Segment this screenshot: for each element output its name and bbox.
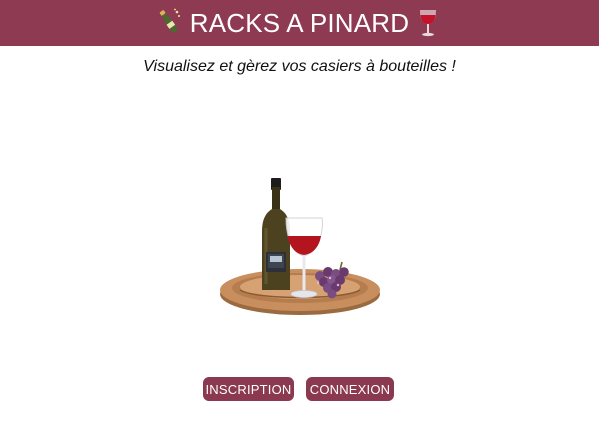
- wine-bottle-glass-grapes-tray-illustration: [216, 172, 384, 322]
- champagne-bottle-icon: [156, 8, 182, 38]
- wine-glass-icon: [417, 8, 443, 38]
- app-title: RACKS A PINARD: [189, 8, 410, 38]
- app-header: RACKS A PINARD: [0, 0, 599, 46]
- connexion-button[interactable]: CONNEXION: [306, 377, 394, 401]
- inscription-button[interactable]: INSCRIPTION: [203, 377, 294, 401]
- tagline: Visualisez et gèrez vos casiers à boutei…: [143, 58, 456, 75]
